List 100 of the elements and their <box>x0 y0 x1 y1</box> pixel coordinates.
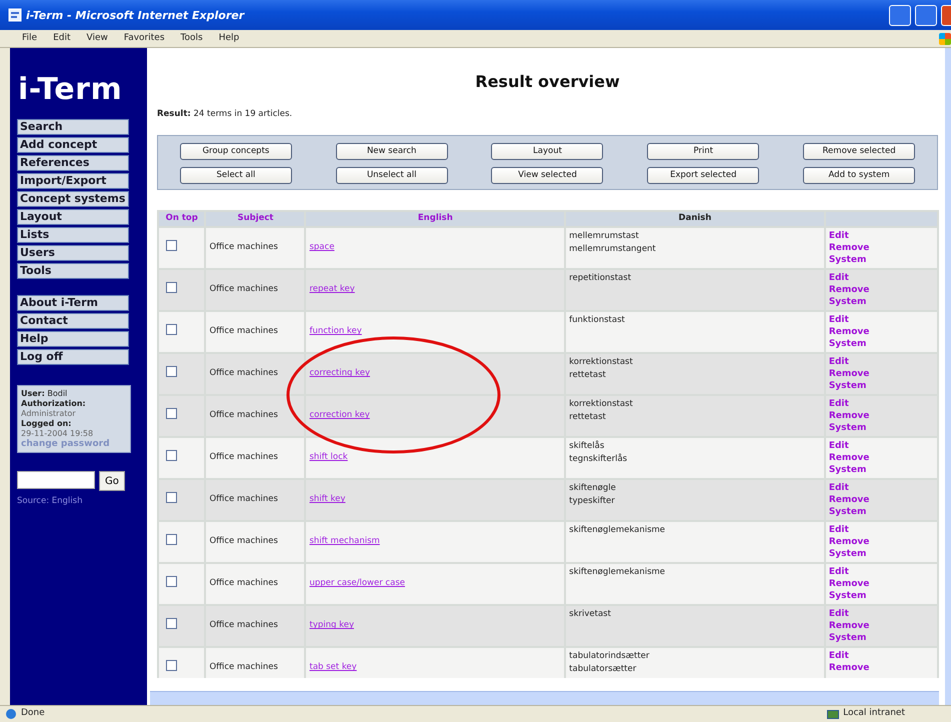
info-value: 29-11-2004 19:58 <box>21 429 94 439</box>
action-button[interactable]: New search <box>336 142 448 160</box>
row-action-link[interactable]: System <box>828 548 934 560</box>
row-action-link[interactable]: Remove <box>828 368 934 380</box>
row-action-link[interactable]: Remove <box>828 620 934 632</box>
row-action-link[interactable]: System <box>828 632 934 644</box>
term-link[interactable]: shift lock <box>309 452 348 462</box>
subject-cell: Office machines <box>206 564 304 604</box>
row-action-link[interactable]: System <box>828 590 934 602</box>
row-action-link[interactable]: Edit <box>828 482 934 494</box>
row-action-link[interactable]: Edit <box>828 230 934 242</box>
checkbox[interactable] <box>166 240 177 251</box>
action-button[interactable]: Export selected <box>647 166 760 184</box>
checkbox[interactable] <box>166 618 177 629</box>
term-link[interactable]: shift mechanism <box>309 536 380 546</box>
action-button[interactable]: Select all <box>180 166 292 184</box>
status-text: Done <box>21 707 46 720</box>
row-action-link[interactable]: Remove <box>828 494 934 506</box>
term-link[interactable]: upper case/lower case <box>309 578 405 588</box>
checkbox[interactable] <box>166 492 177 503</box>
term-link[interactable]: tab set key <box>309 662 357 672</box>
danish-term: rettetast <box>569 410 607 424</box>
checkbox[interactable] <box>166 408 177 419</box>
row-action-link[interactable]: Edit <box>828 566 934 578</box>
action-button[interactable]: Print <box>647 142 760 160</box>
close-button[interactable] <box>941 4 951 26</box>
checkbox[interactable] <box>166 366 177 377</box>
checkbox[interactable] <box>166 534 177 545</box>
row-action-link[interactable]: Remove <box>828 578 934 590</box>
sidebar-nav-link[interactable]: About i-Term <box>17 295 129 311</box>
row-action-link[interactable]: System <box>828 380 934 392</box>
row-action-link[interactable]: Edit <box>828 356 934 368</box>
menu-item[interactable]: Help <box>218 32 240 46</box>
row-action-link[interactable]: System <box>828 506 934 518</box>
menu-item[interactable]: Edit <box>53 32 70 46</box>
sidebar-nav-link[interactable]: Contact <box>17 313 129 329</box>
term-link[interactable]: correcting key <box>309 368 370 378</box>
row-action-link[interactable]: Remove <box>828 662 934 674</box>
row-action-link[interactable]: System <box>828 338 934 350</box>
go-button[interactable]: Go <box>99 471 125 491</box>
minimize-button[interactable] <box>889 4 911 26</box>
row-action-link[interactable]: Remove <box>828 452 934 464</box>
row-action-link[interactable]: System <box>828 464 934 476</box>
subject-cell: Office machines <box>206 270 304 310</box>
menu-item[interactable]: File <box>22 32 38 46</box>
checkbox[interactable] <box>166 576 177 587</box>
checkbox[interactable] <box>166 450 177 461</box>
danish-term: skiftenøglemekanisme <box>569 566 666 578</box>
action-button[interactable]: Layout <box>491 142 604 160</box>
column-header: On top <box>159 212 204 226</box>
row-action-link[interactable]: Remove <box>828 242 934 254</box>
term-link[interactable]: typing key <box>309 620 354 630</box>
row-action-link[interactable]: Edit <box>828 398 934 410</box>
row-action-link[interactable]: System <box>828 422 934 434</box>
action-button[interactable]: Remove selected <box>803 142 916 160</box>
row-action-link[interactable]: Remove <box>828 284 934 296</box>
action-button[interactable]: Add to system <box>803 166 916 184</box>
menu-item[interactable]: Favorites <box>124 32 165 46</box>
row-action-link[interactable]: Edit <box>828 314 934 326</box>
term-link[interactable]: shift key <box>309 494 346 504</box>
row-action-link[interactable]: Remove <box>828 536 934 548</box>
row-action-link[interactable]: System <box>828 254 934 266</box>
term-link[interactable]: function key <box>309 326 362 336</box>
menu-item[interactable]: View <box>86 32 108 46</box>
row-action-link[interactable]: Edit <box>828 608 934 620</box>
term-link[interactable]: space <box>309 242 334 252</box>
row-action-link[interactable]: Remove <box>828 326 934 338</box>
danish-term: mellemrumstangent <box>569 242 657 256</box>
sidebar-nav-link[interactable]: Lists <box>17 227 129 243</box>
checkbox[interactable] <box>166 324 177 335</box>
sidebar-nav-link[interactable]: Add concept <box>17 137 129 153</box>
horizontal-scrollbar[interactable] <box>150 691 939 705</box>
checkbox[interactable] <box>166 660 177 671</box>
term-link[interactable]: repeat key <box>309 284 355 294</box>
sidebar-nav-link[interactable]: Search <box>17 119 129 135</box>
row-action-link[interactable]: Remove <box>828 410 934 422</box>
danish-term: skiftelås <box>569 440 606 452</box>
sidebar-nav-link[interactable]: Tools <box>17 263 129 279</box>
row-action-link[interactable]: Edit <box>828 272 934 284</box>
sidebar-nav-link[interactable]: Layout <box>17 209 129 225</box>
danish-term: korrektionstast <box>569 398 634 410</box>
sidebar-nav-link[interactable]: References <box>17 155 129 171</box>
row-action-link[interactable]: Edit <box>828 440 934 452</box>
sidebar-nav-link[interactable]: Help <box>17 331 129 347</box>
maximize-button[interactable] <box>915 4 937 26</box>
row-action-link[interactable]: Edit <box>828 650 934 662</box>
sidebar-nav-link[interactable]: Users <box>17 245 129 261</box>
vertical-scrollbar[interactable] <box>945 48 951 705</box>
action-button[interactable]: View selected <box>491 166 604 184</box>
sidebar-nav-link[interactable]: Import/Export <box>17 173 129 189</box>
action-button[interactable]: Group concepts <box>180 142 292 160</box>
sidebar-nav-link[interactable]: Concept systems <box>17 191 129 207</box>
sidebar-nav-link[interactable]: Log off <box>17 349 129 365</box>
term-link[interactable]: correction key <box>309 410 370 420</box>
row-action-link[interactable]: System <box>828 296 934 308</box>
row-action-link[interactable]: Edit <box>828 524 934 536</box>
search-field[interactable] <box>17 471 95 489</box>
action-button[interactable]: Unselect all <box>336 166 448 184</box>
checkbox[interactable] <box>166 282 177 293</box>
menu-item[interactable]: Tools <box>180 32 203 46</box>
